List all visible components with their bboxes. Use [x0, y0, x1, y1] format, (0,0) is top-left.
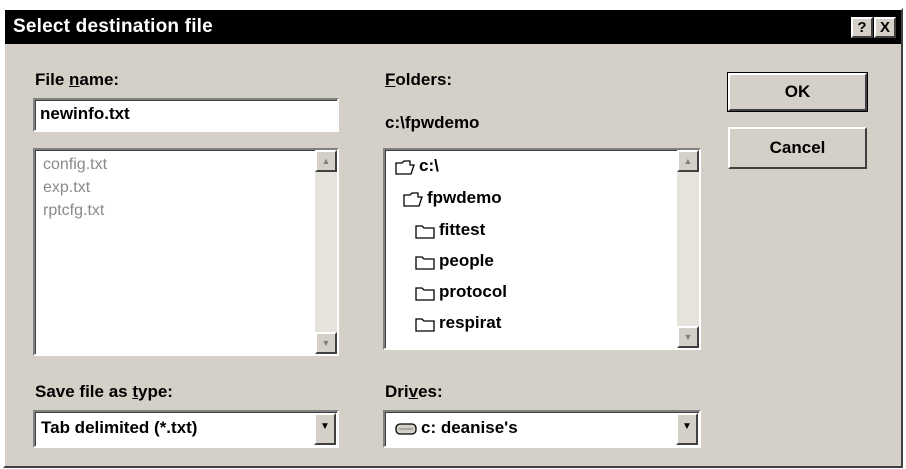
folders-label: Folders:: [385, 70, 453, 89]
dropdown-arrow-icon[interactable]: ▼: [676, 413, 698, 445]
window-title: Select destination file: [13, 16, 213, 37]
folder-item[interactable]: people: [415, 251, 494, 271]
folder-item[interactable]: protocol: [415, 282, 507, 302]
list-item[interactable]: rptcfg.txt: [43, 202, 104, 220]
file-list[interactable]: config.txt exp.txt rptcfg.txt ▲ ▼: [33, 148, 339, 356]
drive-icon: [395, 422, 417, 435]
save-type-select[interactable]: Tab delimited (*.txt) ▼: [33, 410, 339, 448]
title-bar[interactable]: Select destination file ? X: [5, 10, 901, 44]
folder-icon: [415, 317, 435, 332]
file-list-scrollbar[interactable]: ▲ ▼: [315, 150, 337, 354]
folder-item[interactable]: respirat: [415, 313, 501, 333]
folder-tree-scrollbar[interactable]: ▲ ▼: [677, 150, 699, 348]
folder-icon: [415, 286, 435, 301]
drives-select[interactable]: c: deanise's ▼: [383, 410, 701, 448]
open-folder-icon: [403, 191, 423, 207]
folder-tree[interactable]: c:\ fpwdemo fittest people protocol resp…: [383, 148, 701, 350]
drives-label: Drives:: [385, 382, 443, 401]
list-item[interactable]: exp.txt: [43, 179, 90, 197]
folder-item[interactable]: c:\: [395, 156, 439, 176]
scroll-up-arrow-icon[interactable]: ▲: [315, 150, 337, 172]
current-path: c:\fpwdemo: [385, 113, 480, 132]
folder-icon: [415, 255, 435, 270]
scroll-down-arrow-icon[interactable]: ▼: [677, 326, 699, 348]
ok-button[interactable]: OK: [727, 72, 868, 112]
help-button[interactable]: ?: [851, 17, 873, 38]
dropdown-arrow-icon[interactable]: ▼: [314, 413, 336, 445]
close-button[interactable]: X: [874, 17, 896, 38]
list-item[interactable]: config.txt: [43, 156, 107, 174]
save-type-value: Tab delimited (*.txt): [41, 418, 198, 437]
open-folder-icon: [395, 159, 415, 175]
file-name-input[interactable]: newinfo.txt: [33, 98, 339, 132]
scroll-down-arrow-icon[interactable]: ▼: [315, 332, 337, 354]
file-name-label: File name:: [35, 70, 120, 89]
drives-value: c: deanise's: [395, 418, 518, 438]
folder-item[interactable]: fittest: [415, 220, 485, 240]
save-type-label: Save file as type:: [35, 382, 173, 401]
select-destination-dialog: Select destination file ? X File name: n…: [3, 8, 903, 468]
folder-item[interactable]: fpwdemo: [403, 188, 502, 208]
scroll-up-arrow-icon[interactable]: ▲: [677, 150, 699, 172]
cancel-button[interactable]: Cancel: [728, 127, 867, 169]
folder-icon: [415, 224, 435, 239]
